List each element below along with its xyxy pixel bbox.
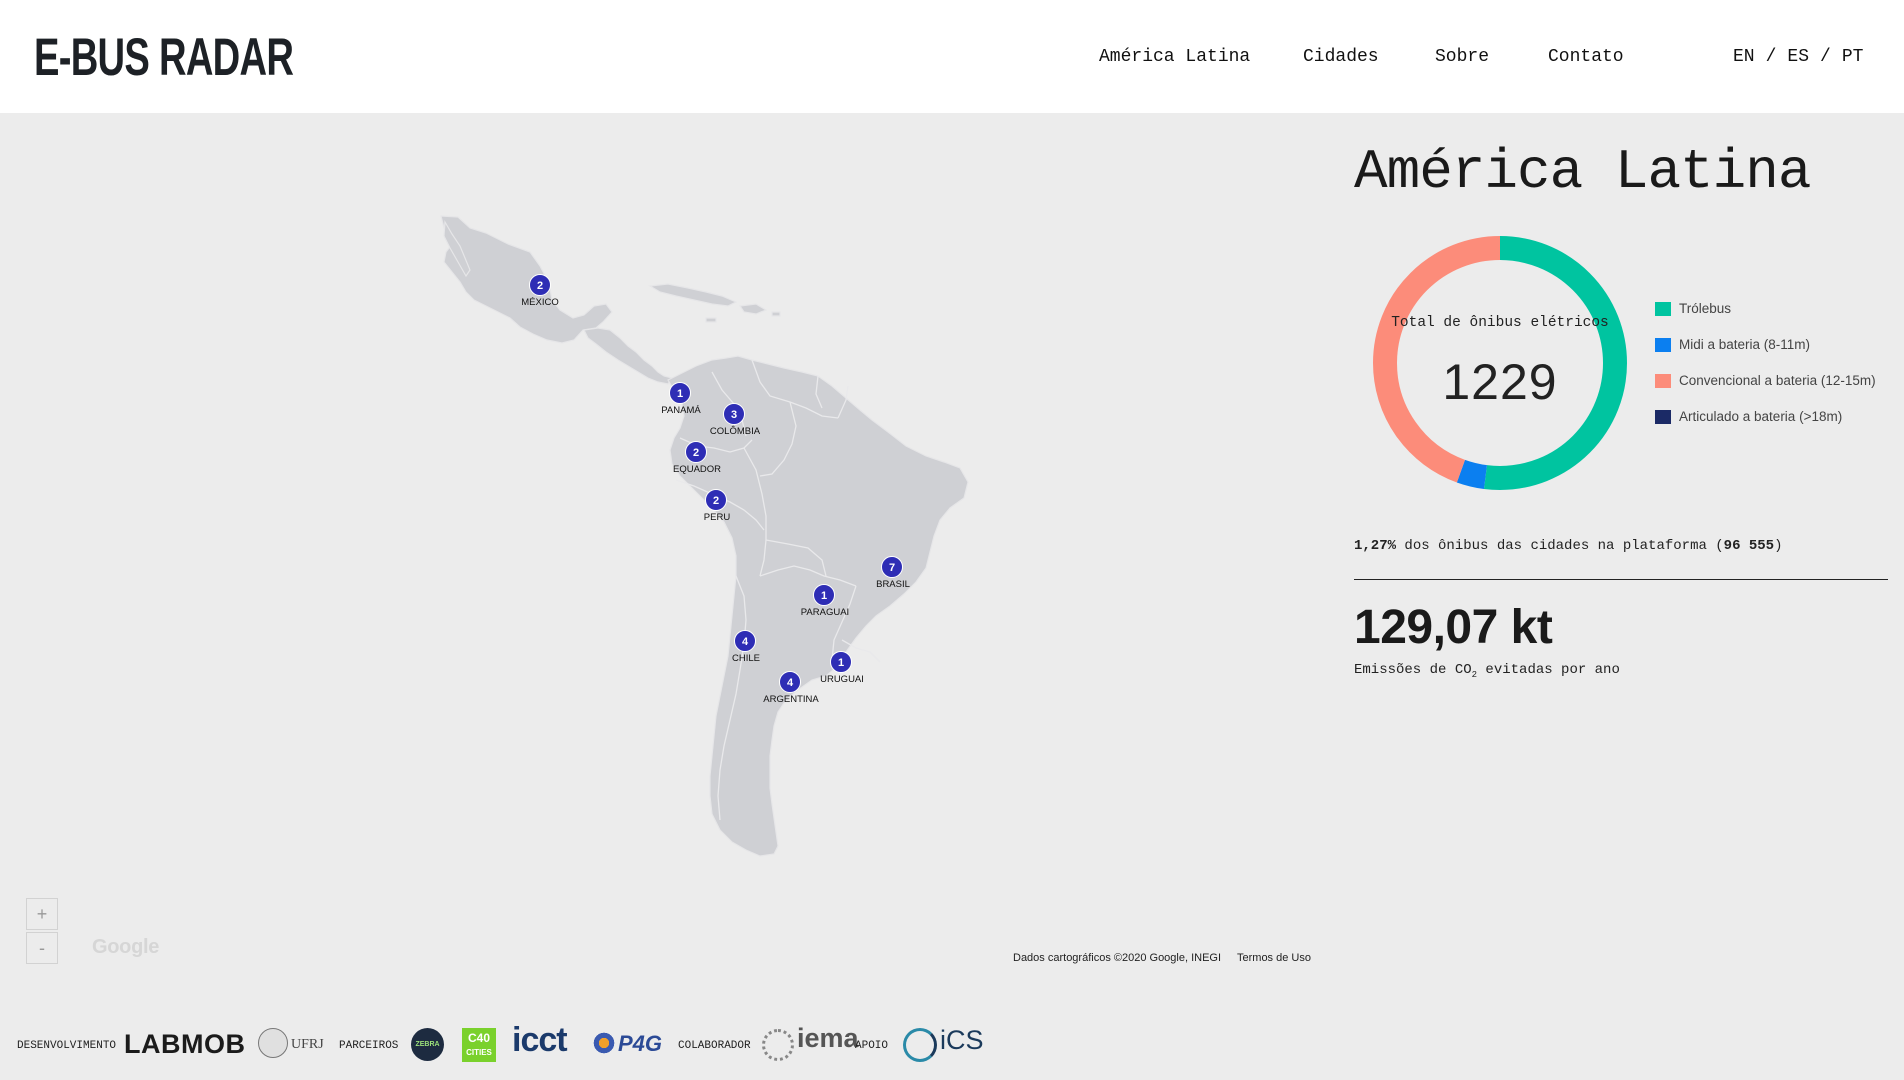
lang-separator: / — [1765, 47, 1777, 67]
share-close: ) — [1774, 538, 1783, 554]
emissions-label: Emissões de CO2 evitadas por ano — [1354, 662, 1620, 680]
legend-label: Articulado a bateria (>18m) — [1679, 409, 1843, 424]
google-logo: Google — [92, 936, 160, 958]
map-attribution[interactable]: Dados cartográficos ©2020 Google, INEGI — [1013, 952, 1221, 964]
map-marker-panama[interactable]: 1 — [669, 382, 691, 404]
zebra-logo[interactable]: ZEBRA — [411, 1028, 444, 1061]
share-percent: 1,27% — [1354, 538, 1397, 554]
fleet-share-text: 1,27% dos ônibus das cidades na platafor… — [1354, 538, 1783, 554]
legend-label: Midi a bateria (8-11m) — [1679, 337, 1811, 352]
map-label-argentina: ARGENTINA — [763, 694, 819, 705]
emissions-label-pre: Emissões de CO — [1354, 662, 1472, 678]
panel-divider — [1354, 579, 1888, 580]
map-marker-argentina[interactable]: 4 — [779, 671, 801, 693]
map-label-equador: EQUADOR — [672, 464, 722, 475]
map-marker-equador[interactable]: 2 — [685, 441, 707, 463]
map-terms-link[interactable]: Termos de Uso — [1237, 952, 1311, 964]
footer-category-desenvolvimento: DESENVOLVIMENTO — [17, 1040, 117, 1052]
zoom-in-button[interactable]: + — [26, 898, 58, 930]
ufrj-seal-icon — [258, 1028, 288, 1058]
legend-swatch — [1655, 302, 1671, 316]
map-label-colombia: COLÔMBIA — [709, 426, 761, 437]
map-marker-peru[interactable]: 2 — [705, 489, 727, 511]
lang-pt[interactable]: PT — [1842, 47, 1864, 67]
emissions-value: 129,07 kt — [1354, 601, 1553, 654]
c40-sub: CITIES — [466, 1048, 492, 1057]
legend-swatch — [1655, 410, 1671, 424]
map-label-uruguai: URUGUAI — [820, 674, 864, 685]
map-marker-chile[interactable]: 4 — [734, 630, 756, 652]
map-label-paraguai: PARAGUAI — [800, 607, 850, 618]
cuba-shape — [648, 283, 738, 307]
legend-swatch — [1655, 374, 1671, 388]
map-marker-paraguai[interactable]: 1 — [813, 584, 835, 606]
latin-america-map[interactable]: 2 MÉXICO 1 PANAMÁ 3 COLÔMBIA 2 EQUADOR 2… — [0, 113, 1320, 973]
legend-label: Convencional a bateria (12-15m) — [1679, 373, 1876, 388]
partners-footer: DESENVOLVIMENTO LABMOB UFRJ PARCEIROS ZE… — [0, 1015, 1904, 1075]
donut-total-label: Total de ônibus elétricos — [1391, 315, 1609, 331]
map-marker-brasil[interactable]: 7 — [881, 556, 903, 578]
pr-shape — [771, 311, 781, 317]
region-title: América Latina — [1354, 140, 1811, 204]
footer-category-apoio: APOIO — [855, 1040, 889, 1052]
header: E-BUS RADAR América Latina Cidades Sobre… — [0, 0, 1904, 113]
c40-logo[interactable]: C40 CITIES — [462, 1028, 496, 1062]
c40-text: C40 — [467, 1031, 490, 1045]
map-label-brasil: BRASIL — [876, 579, 910, 590]
donut-total-value: 1229 — [1442, 354, 1558, 410]
nav-sobre[interactable]: Sobre — [1435, 47, 1489, 67]
central-america-shape — [583, 327, 673, 385]
map-marker-mexico[interactable]: 2 — [529, 274, 551, 296]
zoom-out-button[interactable]: - — [26, 932, 58, 964]
footer-category-colaborador: COLABORADOR — [678, 1040, 751, 1052]
labmob-logo[interactable]: LABMOB — [124, 1029, 245, 1060]
ufrj-logo[interactable]: UFRJ — [291, 1037, 324, 1053]
map-label-chile: CHILE — [732, 653, 760, 664]
ics-mark-icon — [903, 1028, 937, 1062]
emissions-label-post: evitadas por ano — [1477, 662, 1620, 678]
language-switcher: EN / ES / PT — [1733, 47, 1863, 67]
share-text: dos ônibus das cidades na plataforma ( — [1396, 538, 1724, 554]
share-count: 96 555 — [1723, 538, 1775, 554]
iema-logo[interactable]: iema — [797, 1023, 859, 1054]
footer-category-parceiros: PARCEIROS — [339, 1040, 399, 1052]
nav-america-latina[interactable]: América Latina — [1099, 47, 1250, 67]
p4g-logo[interactable]: P4G — [618, 1031, 662, 1057]
ics-logo[interactable]: iCS — [940, 1025, 984, 1056]
lang-es[interactable]: ES — [1787, 47, 1809, 67]
icct-logo[interactable]: icct — [512, 1021, 568, 1060]
map-marker-colombia[interactable]: 3 — [723, 403, 745, 425]
donut-center: Total de ônibus elétricos 1229 — [1370, 233, 1630, 493]
lang-separator: / — [1820, 47, 1831, 67]
map-label-panama: PANAMÁ — [661, 405, 701, 416]
map-marker-uruguai[interactable]: 1 — [830, 651, 852, 673]
hispaniola-shape — [738, 303, 768, 315]
nav-contato[interactable]: Contato — [1548, 47, 1624, 67]
map-shapes — [440, 215, 969, 857]
map-label-peru: PERU — [703, 512, 731, 523]
jamaica-shape — [705, 317, 717, 323]
legend-label: Trólebus — [1679, 301, 1732, 316]
mexico-shape — [440, 215, 613, 344]
legend-swatch — [1655, 338, 1671, 352]
p4g-mark-icon — [592, 1031, 616, 1055]
lang-en[interactable]: EN — [1733, 47, 1755, 67]
map-label-mexico: MÉXICO — [521, 297, 559, 308]
nav-cidades[interactable]: Cidades — [1303, 47, 1379, 67]
site-logo[interactable]: E-BUS RADAR — [34, 30, 294, 86]
iema-mark-icon — [762, 1029, 794, 1061]
